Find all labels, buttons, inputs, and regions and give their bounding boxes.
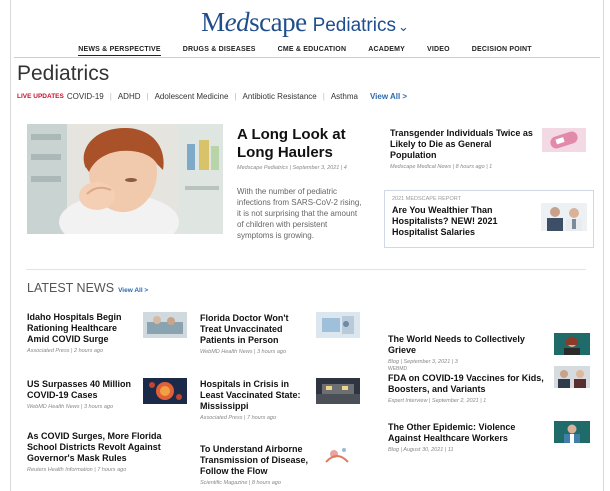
news-thumbnail[interactable] xyxy=(143,378,187,404)
news-kicker: WEBMD xyxy=(388,366,408,372)
nav-academy[interactable]: ACADEMY xyxy=(368,46,405,56)
feature-description: With the number of pediatric infections … xyxy=(237,187,362,240)
news-thumbnail[interactable] xyxy=(316,378,360,404)
topics-view-all-link[interactable]: View All > xyxy=(370,92,407,101)
story-thumbnail[interactable] xyxy=(542,128,586,152)
news-item[interactable]: To Understand Airborne Transmission of D… xyxy=(200,444,312,486)
nav-drugs-diseases[interactable]: DRUGS & DISEASES xyxy=(183,46,256,56)
news-meta: Associated Press | 2 hours ago xyxy=(27,348,104,354)
topic-adolescent-medicine[interactable]: Adolescent Medicine xyxy=(155,92,229,101)
section-divider xyxy=(26,269,586,270)
nav-cme-education[interactable]: CME & EDUCATION xyxy=(278,46,347,56)
topic-asthma[interactable]: Asthma xyxy=(331,92,358,101)
divider: | xyxy=(109,92,112,101)
news-item[interactable]: Florida Doctor Won't Treat Unvaccinated … xyxy=(200,313,310,355)
news-title[interactable]: Florida Doctor Won't Treat Unvaccinated … xyxy=(200,313,310,346)
news-meta: Associated Press | 7 hours ago xyxy=(200,415,277,421)
news-title[interactable]: The Other Epidemic: Violence Against Hea… xyxy=(388,422,548,444)
news-title[interactable]: As COVID Surges, More Florida School Dis… xyxy=(27,431,177,464)
report-kicker: 2021 MEDSCAPE REPORT xyxy=(392,196,461,202)
feature-image[interactable] xyxy=(27,124,223,234)
news-item[interactable]: Idaho Hospitals Begin Rationing Healthca… xyxy=(27,312,139,354)
news-title[interactable]: Hospitals in Crisis in Least Vaccinated … xyxy=(200,379,312,412)
report-promo[interactable]: 2021 MEDSCAPE REPORT Are You Wealthier T… xyxy=(384,190,594,248)
news-item[interactable]: Hospitals in Crisis in Least Vaccinated … xyxy=(200,379,312,421)
news-thumbnail[interactable] xyxy=(554,333,590,355)
news-title[interactable]: The World Needs to Collectively Grieve xyxy=(388,334,548,356)
nav-video[interactable]: VIDEO xyxy=(427,46,450,56)
nav-decision-point[interactable]: DECISION POINT xyxy=(472,46,532,56)
chevron-down-icon[interactable]: ⌄ xyxy=(398,19,409,34)
news-thumbnail[interactable] xyxy=(316,312,360,338)
divider: | xyxy=(322,92,325,101)
report-title[interactable]: Are You Wealthier Than Hospitalists? NEW… xyxy=(392,205,532,238)
topic-adhd[interactable]: ADHD xyxy=(118,92,141,101)
news-thumbnail[interactable] xyxy=(322,444,352,470)
news-item[interactable]: The Other Epidemic: Violence Against Hea… xyxy=(388,422,548,453)
news-thumbnail[interactable] xyxy=(143,312,187,338)
news-meta: Scientific Magazine | 8 hours ago xyxy=(200,480,281,486)
topic-antibiotic-resistance[interactable]: Antibiotic Resistance xyxy=(242,92,316,101)
feature-title[interactable]: A Long Look at Long Haulers xyxy=(237,126,377,162)
divider: | xyxy=(146,92,149,101)
section-selector[interactable]: Pediatrics xyxy=(313,15,396,36)
story-meta: Medscape Medical News | 8 hours ago | 1 xyxy=(390,164,493,170)
live-updates-badge: LIVE UPDATES xyxy=(17,93,64,100)
news-item[interactable]: US Surpasses 40 Million COVID-19 Cases W… xyxy=(27,379,139,410)
right-story[interactable]: Transgender Individuals Twice as Likely … xyxy=(390,128,540,170)
news-item[interactable]: The World Needs to Collectively Grieve B… xyxy=(388,334,548,365)
feature-meta: Medscape Pediatrics | September 3, 2021 … xyxy=(237,165,347,171)
topic-covid[interactable]: COVID-19 xyxy=(67,92,104,101)
nav-news-perspective[interactable]: NEWS & PERSPECTIVE xyxy=(78,46,161,56)
nav-divider xyxy=(14,57,600,58)
news-item[interactable]: WEBMD FDA on COVID-19 Vaccines for Kids,… xyxy=(388,366,548,404)
news-meta: Reuters Health Information | 7 hours ago xyxy=(27,467,127,473)
divider: | xyxy=(234,92,237,101)
latest-view-all-link[interactable]: View All > xyxy=(118,287,148,294)
news-meta: Expert Interview | September 2, 2021 | 1 xyxy=(388,398,487,404)
page-title: Pediatrics xyxy=(17,62,110,85)
news-thumbnail[interactable] xyxy=(554,421,590,443)
news-title[interactable]: FDA on COVID-19 Vaccines for Kids, Boost… xyxy=(388,373,548,395)
news-meta: WebMD Health News | 3 hours ago xyxy=(200,349,287,355)
news-title[interactable]: To Understand Airborne Transmission of D… xyxy=(200,444,312,477)
news-meta: Blog | September 3, 2021 | 3 xyxy=(388,359,458,365)
news-thumbnail[interactable] xyxy=(554,366,590,388)
brand-header: Medscape Pediatrics ⌄ xyxy=(0,7,610,38)
story-title[interactable]: Transgender Individuals Twice as Likely … xyxy=(390,128,540,161)
medscape-logo[interactable]: Medscape xyxy=(201,7,307,37)
main-nav: NEWS & PERSPECTIVE DRUGS & DISEASES CME … xyxy=(0,46,610,56)
latest-news-heading: LATEST NEWS View All > xyxy=(27,281,149,295)
news-title[interactable]: Idaho Hospitals Begin Rationing Healthca… xyxy=(27,312,139,345)
report-thumbnail[interactable] xyxy=(541,203,587,231)
news-meta: Blog | August 30, 2021 | 11 xyxy=(388,447,454,453)
news-item[interactable]: As COVID Surges, More Florida School Dis… xyxy=(27,431,177,473)
news-meta: WebMD Health News | 3 hours ago xyxy=(27,404,114,410)
news-title[interactable]: US Surpasses 40 Million COVID-19 Cases xyxy=(27,379,139,401)
topic-bar: LIVE UPDATES COVID-19 | ADHD | Adolescen… xyxy=(17,92,407,101)
